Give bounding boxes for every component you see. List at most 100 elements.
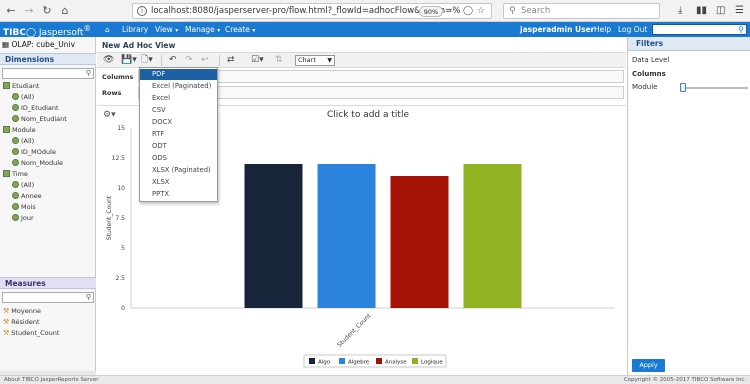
level-icon [12, 181, 19, 188]
export-menu-item[interactable]: DOCX [140, 117, 217, 128]
reload-icon[interactable]: ↻ [40, 4, 54, 18]
nav-create[interactable]: Create ▾ [225, 25, 255, 34]
dimension-icon [3, 126, 10, 133]
address-bar[interactable]: i localhost:8080/jasperserver-pro/flow.h… [132, 3, 492, 19]
level-node[interactable]: Mois [12, 203, 36, 212]
export-icon[interactable]: 🗋▾ [141, 54, 153, 67]
user-name[interactable]: jasperadmin User [520, 25, 594, 34]
menu-icon[interactable]: ☰ [735, 4, 744, 18]
level-icon [12, 115, 19, 122]
home-icon[interactable]: ⌂ [58, 4, 72, 18]
dimension-node[interactable]: Module [3, 126, 36, 135]
dimension-icon [3, 170, 10, 177]
level-node[interactable]: Nom_Module [12, 159, 63, 168]
export-menu-item[interactable]: RTF [140, 129, 217, 140]
info-icon[interactable]: i [137, 6, 147, 16]
export-menu-item[interactable]: ODT [140, 141, 217, 152]
measure-item[interactable]: ⚒ Résident [3, 318, 40, 327]
level-node[interactable]: (All) [12, 93, 34, 102]
tree-item-label: Etudiant [12, 82, 40, 90]
nav-manage[interactable]: Manage ▾ [185, 25, 220, 34]
level-node[interactable]: Jour [12, 214, 34, 223]
tree-item-label: Module [12, 126, 36, 134]
pocket-icon[interactable]: ◯ [463, 6, 473, 17]
display-mode-icon[interactable]: 👁 [103, 54, 114, 67]
logout-link[interactable]: Log Out [618, 25, 647, 34]
legend-swatch [339, 358, 345, 364]
export-menu-item[interactable]: Excel [140, 93, 217, 104]
measures-search-input[interactable]: ⚲ [2, 292, 94, 303]
module-level-label: Module [632, 83, 658, 91]
y-axis-label: Student_Count [106, 195, 113, 240]
level-node[interactable]: Annee [12, 192, 42, 201]
sidebar-icon[interactable]: ◫ [716, 4, 725, 18]
data-level-slider-handle[interactable] [680, 83, 686, 92]
export-menu-item[interactable]: XLSX (Paginated) [140, 165, 217, 176]
filters-header[interactable]: Filters [628, 37, 750, 51]
home-nav-icon[interactable]: ⌂ [105, 25, 110, 34]
search-icon[interactable]: ⚲ [738, 25, 744, 34]
tree-item-label: Annee [21, 192, 42, 200]
apply-button[interactable]: Apply [632, 359, 665, 372]
measures-header[interactable]: Measures [0, 277, 96, 289]
measure-item[interactable]: ⚒ Moyenne [3, 307, 41, 316]
export-menu-item[interactable]: ODS [140, 153, 217, 164]
level-node[interactable]: (All) [12, 181, 34, 190]
browser-search-field[interactable]: ⚲ Search [503, 3, 660, 19]
redo-icon[interactable]: ↷ [185, 54, 193, 67]
export-menu-item[interactable]: PPTX [140, 189, 217, 200]
back-arrow-icon[interactable]: ← [4, 4, 18, 18]
search-icon[interactable]: ⚲ [86, 69, 91, 77]
level-icon [12, 148, 19, 155]
dimensions-header[interactable]: Dimensions [0, 53, 96, 65]
search-icon[interactable]: ⚲ [86, 293, 91, 301]
bar-algebre [317, 164, 376, 308]
level-node[interactable]: (All) [12, 137, 34, 146]
save-icon[interactable]: 💾▾ [121, 54, 137, 67]
dimension-node[interactable]: Time [3, 170, 28, 179]
data-level-slider-track[interactable] [682, 87, 748, 89]
about-link[interactable]: About TIBCO JasperReports Server [4, 377, 98, 383]
download-icon[interactable]: ⤓ [678, 4, 682, 18]
columns-level-label: Columns [632, 70, 666, 78]
legend-swatch [412, 358, 418, 364]
dimension-node[interactable]: Etudiant [3, 82, 39, 91]
y-tick-label: 7.5 [115, 215, 125, 222]
nav-library[interactable]: Library [122, 25, 148, 34]
level-node[interactable]: ID_MOdule [12, 148, 56, 157]
tree-item-label: (All) [21, 93, 35, 101]
sort-icon[interactable]: ⇅ [275, 54, 283, 67]
switch-group-icon[interactable]: ⇄ [227, 54, 235, 67]
rows-label: Rows [102, 89, 122, 97]
dimensions-search-input[interactable]: ⚲ [2, 68, 94, 79]
level-node[interactable]: ID_Etudiant [12, 104, 59, 113]
measure-label: Résident [11, 318, 40, 326]
tree-item-label: (All) [21, 181, 35, 189]
library-icon[interactable]: ▮▮ [696, 4, 707, 18]
tree-item-label: Nom_Etudiant [21, 115, 67, 123]
y-tick-label: 10 [117, 185, 125, 192]
undo-icon[interactable]: ↶ [169, 54, 177, 67]
measure-item[interactable]: ⚒ Student_Count [3, 329, 59, 338]
help-link[interactable]: Help [594, 25, 611, 34]
chevron-down-icon: ▼ [327, 57, 332, 64]
bookmark-star-icon[interactable]: ☆ [477, 6, 485, 17]
copyright-text: Copyright © 2005-2017 TIBCO Software Inc… [623, 377, 746, 383]
legend-label: Algebre [348, 360, 370, 366]
export-menu-item[interactable]: CSV [140, 105, 217, 116]
level-node[interactable]: Nom_Etudiant [12, 115, 67, 124]
page-actions-icon[interactable]: ⋯ [449, 6, 458, 17]
zoom-indicator[interactable]: 90% [419, 6, 443, 17]
export-menu-item[interactable]: XLSX [140, 177, 217, 188]
forward-arrow-icon[interactable]: → [22, 4, 36, 18]
measure-icon: ⚒ [3, 329, 10, 337]
visualization-select[interactable]: Chart ▼ [295, 55, 335, 66]
options-icon[interactable]: ☑▾ [251, 54, 264, 67]
repository-search-input[interactable]: ⚲ [652, 24, 747, 35]
nav-view[interactable]: View ▾ [155, 25, 178, 34]
toolbar-separator [219, 55, 220, 66]
export-menu-item[interactable]: Excel (Paginated) [140, 81, 217, 92]
undo-all-icon[interactable]: ↩ [201, 54, 209, 67]
tree-item-label: Mois [21, 203, 36, 211]
export-menu-item[interactable]: PDF [140, 69, 217, 80]
